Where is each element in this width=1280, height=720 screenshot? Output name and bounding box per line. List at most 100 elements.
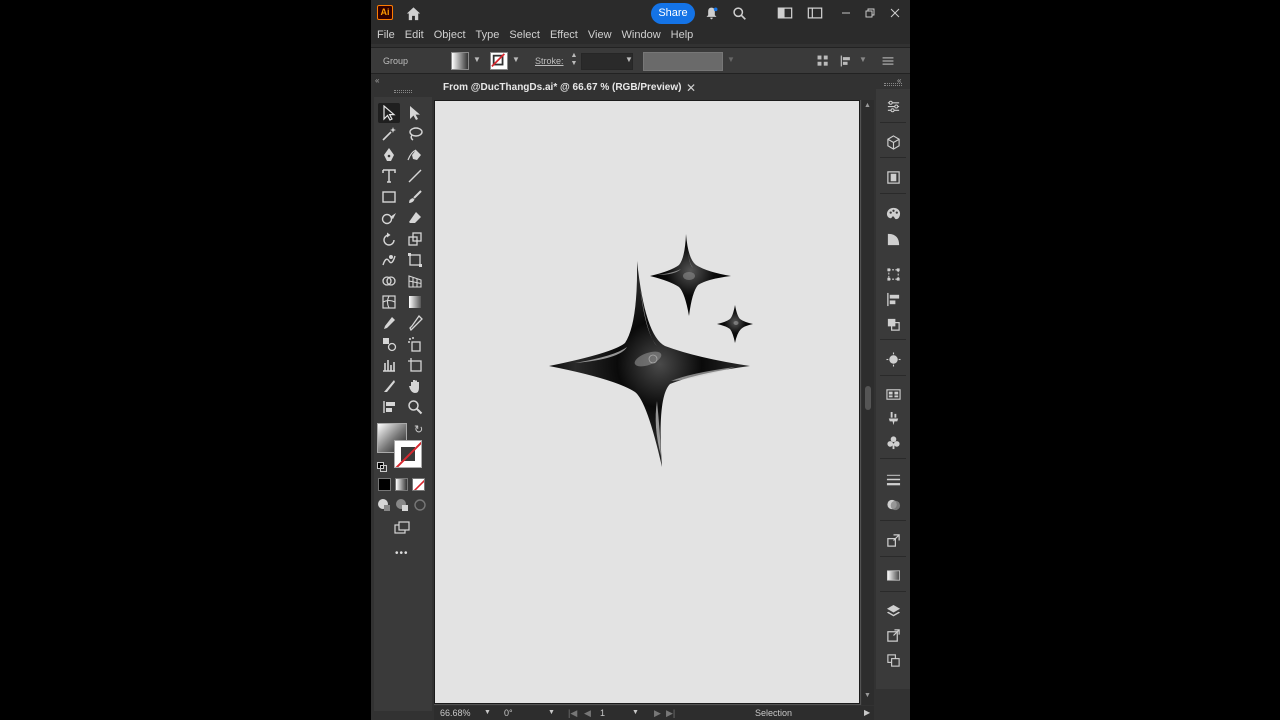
status-menu-arrow-icon[interactable]: ▶ (864, 708, 870, 717)
workspace-switcher-icon[interactable] (806, 4, 824, 22)
scrollbar-thumb[interactable] (865, 386, 871, 410)
symbol-sprayer-tool-icon[interactable] (404, 334, 426, 354)
share-button[interactable]: Share (651, 3, 695, 24)
3d-materials-icon[interactable] (885, 134, 901, 150)
home-icon[interactable] (404, 4, 422, 22)
color-panel-icon[interactable] (885, 205, 901, 221)
links-panel-icon[interactable] (885, 627, 901, 643)
stroke-color-swatch[interactable] (394, 440, 422, 468)
direct-selection-tool-icon[interactable] (404, 103, 426, 123)
stroke-label[interactable]: Stroke: (535, 56, 564, 66)
asset-export-icon[interactable] (885, 532, 901, 548)
eyedropper-tool-icon[interactable] (378, 313, 400, 333)
align-objects-icon[interactable] (814, 52, 832, 70)
current-tool-status[interactable]: Selection (755, 708, 792, 718)
gradient-tool-icon[interactable] (404, 292, 426, 312)
panel-dock-grip[interactable] (884, 83, 902, 86)
transform-dropdown-icon[interactable]: ▼ (858, 55, 868, 65)
stroke-weight-stepper-icon[interactable]: ▲ ▼ (569, 52, 579, 67)
blend-tool-icon[interactable] (378, 334, 400, 354)
minimize-icon[interactable] (837, 4, 855, 22)
artboard[interactable] (434, 100, 860, 704)
artboards-panel-icon[interactable] (885, 652, 901, 668)
zoom-tool-icon[interactable] (404, 397, 426, 417)
stroke-swatch[interactable] (490, 52, 508, 70)
menu-type[interactable]: Type (476, 29, 500, 41)
screen-mode-icon[interactable] (391, 518, 413, 538)
rotate-tool-icon[interactable] (378, 229, 400, 249)
notifications-bell-icon[interactable] (702, 4, 720, 22)
rotation-dropdown-icon[interactable]: ▼ (548, 709, 555, 716)
print-tiling-tool-icon[interactable] (378, 397, 400, 417)
swap-fill-stroke-icon[interactable]: ↻ (414, 423, 423, 436)
mesh-tool-icon[interactable] (378, 292, 400, 312)
selection-tool-icon[interactable] (378, 103, 400, 123)
pathfinder-panel-icon[interactable] (885, 316, 901, 332)
rotation-field[interactable]: 0° (504, 708, 513, 718)
eraser-tool-icon[interactable] (404, 208, 426, 228)
variable-width-dropdown-icon[interactable]: ▼ (726, 55, 736, 65)
draw-inside-icon[interactable] (412, 497, 428, 513)
draw-behind-icon[interactable] (394, 497, 410, 513)
arrange-documents-icon[interactable] (776, 4, 794, 22)
shaper-tool-icon[interactable] (378, 208, 400, 228)
menu-help[interactable]: Help (671, 29, 694, 41)
gradient-panel-icon[interactable] (885, 567, 901, 583)
measure-tool-icon[interactable] (404, 313, 426, 333)
artboard-number-field[interactable]: 1 (600, 708, 605, 718)
column-graph-tool-icon[interactable] (378, 355, 400, 375)
menu-select[interactable]: Select (509, 29, 540, 41)
zoom-dropdown-icon[interactable]: ▼ (484, 709, 491, 716)
rectangle-tool-icon[interactable] (378, 187, 400, 207)
pen-tool-icon[interactable] (378, 145, 400, 165)
menu-edit[interactable]: Edit (405, 29, 424, 41)
type-tool-icon[interactable] (378, 166, 400, 186)
search-icon[interactable] (730, 4, 748, 22)
warp-tool-icon[interactable] (378, 250, 400, 270)
sparkle-artwork[interactable] (435, 101, 861, 705)
libraries-panel-icon[interactable] (885, 169, 901, 185)
magic-wand-tool-icon[interactable] (378, 124, 400, 144)
perspective-grid-tool-icon[interactable] (404, 271, 426, 291)
control-panel-menu-icon[interactable] (879, 52, 897, 70)
menu-effect[interactable]: Effect (550, 29, 578, 41)
properties-panel-icon[interactable] (885, 98, 901, 114)
menu-window[interactable]: Window (622, 29, 661, 41)
scroll-down-icon[interactable]: ▼ (864, 692, 871, 699)
stroke-panel-icon[interactable] (885, 471, 901, 487)
next-artboard-icon[interactable]: ▶ (654, 708, 661, 719)
canvas-vertical-scrollbar[interactable]: ▲ ▼ (862, 100, 874, 705)
artboard-tool-icon[interactable] (404, 355, 426, 375)
swatches-panel-icon[interactable] (885, 386, 901, 402)
previous-artboard-icon[interactable]: ◀ (584, 708, 591, 719)
slice-tool-icon[interactable] (378, 376, 400, 396)
fill-dropdown-icon[interactable]: ▼ (472, 55, 482, 65)
edit-toolbar-more-icon[interactable]: ••• (395, 548, 409, 559)
first-artboard-icon[interactable]: |◀ (568, 708, 577, 719)
transparency-panel-icon[interactable] (885, 496, 901, 512)
menu-file[interactable]: File (377, 29, 395, 41)
stroke-dropdown-icon[interactable]: ▼ (511, 55, 521, 65)
shape-builder-tool-icon[interactable] (378, 271, 400, 291)
gradient-mode-button[interactable] (395, 478, 408, 491)
close-window-icon[interactable] (886, 4, 904, 22)
scale-tool-icon[interactable] (404, 229, 426, 249)
free-transform-tool-icon[interactable] (404, 250, 426, 270)
hand-tool-icon[interactable] (404, 376, 426, 396)
toolbar-collapse-icon[interactable]: « (375, 76, 379, 85)
line-segment-tool-icon[interactable] (404, 166, 426, 186)
menu-object[interactable]: Object (434, 29, 466, 41)
curvature-tool-icon[interactable] (404, 145, 426, 165)
document-tab[interactable]: From @DucThangDs.ai* @ 66.67 % (RGB/Prev… (434, 77, 702, 99)
close-document-icon[interactable]: ✕ (686, 81, 696, 95)
last-artboard-icon[interactable]: ▶| (666, 708, 675, 719)
color-guide-icon[interactable] (885, 231, 901, 247)
lasso-tool-icon[interactable] (404, 124, 426, 144)
align-panel-icon[interactable] (885, 291, 901, 307)
scroll-up-icon[interactable]: ▲ (864, 102, 871, 109)
variable-width-field[interactable] (643, 52, 723, 71)
menu-view[interactable]: View (588, 29, 612, 41)
symbols-panel-icon[interactable] (885, 434, 901, 450)
brushes-panel-icon[interactable] (885, 410, 901, 426)
zoom-level-field[interactable]: 66.68% (440, 708, 471, 718)
